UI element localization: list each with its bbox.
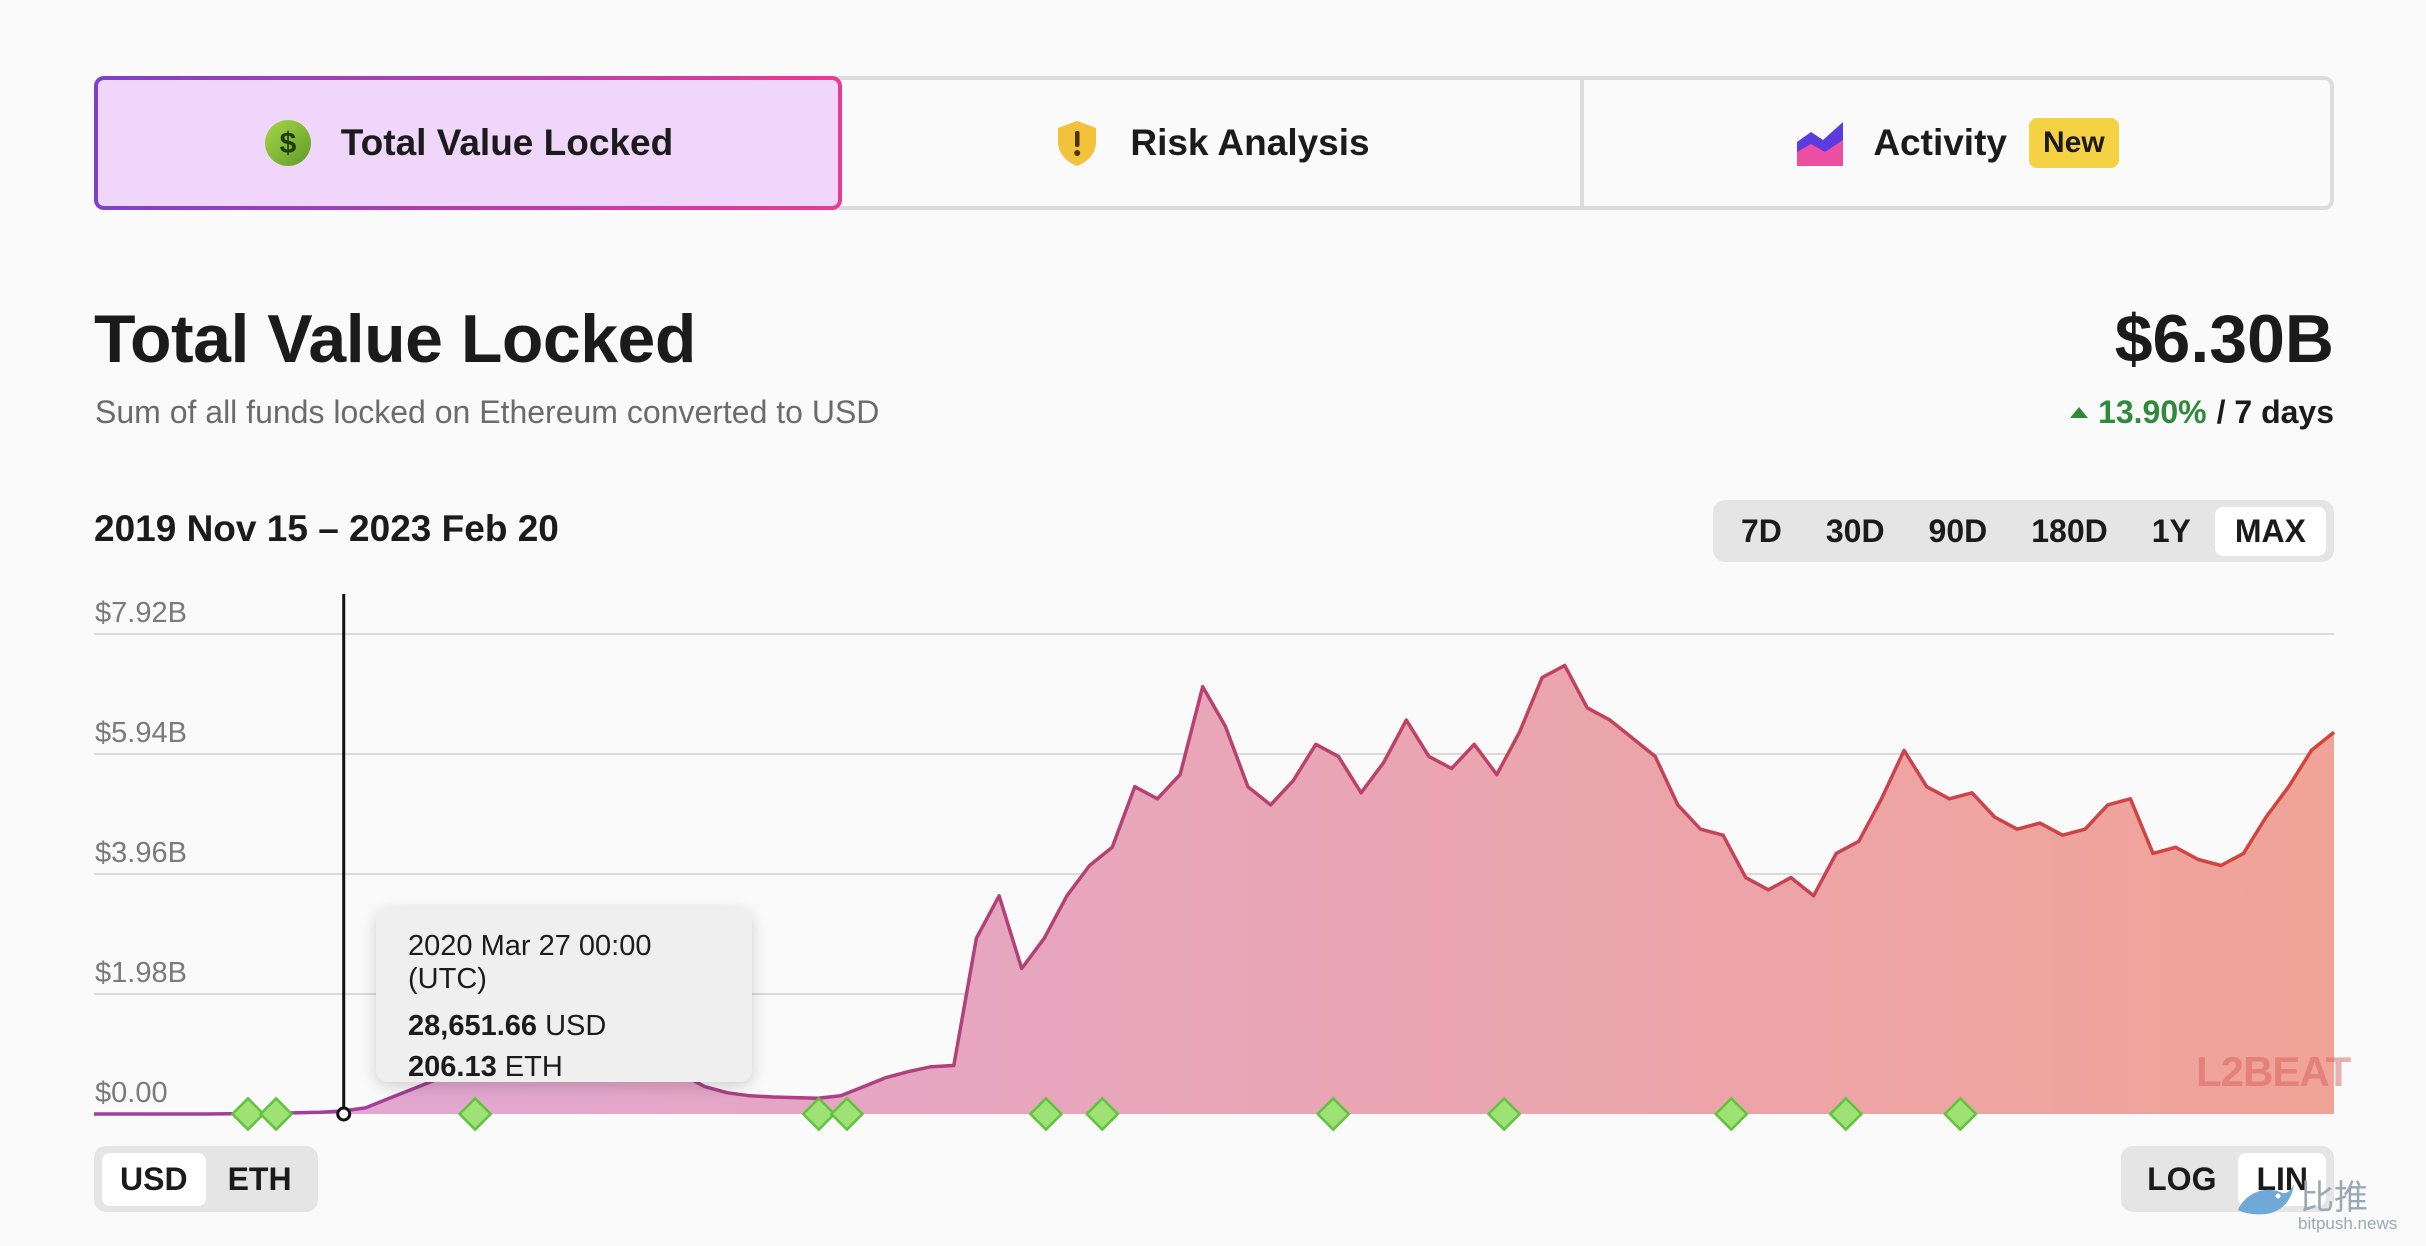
y-tick-label: $7.92B bbox=[95, 597, 187, 629]
tooltip-eth-value: 206.13 bbox=[408, 1051, 497, 1083]
svg-text:$: $ bbox=[279, 127, 296, 160]
tvl-value: $6.30B bbox=[2114, 301, 2334, 377]
event-marker bbox=[1828, 1096, 1864, 1132]
tab-risk-analysis[interactable]: Risk Analysis bbox=[842, 80, 1584, 206]
event-marker bbox=[1713, 1096, 1749, 1132]
tooltip-usd: 28,651.66 USD bbox=[408, 1010, 720, 1043]
date-range: 2019 Nov 15 – 2023 Feb 20 bbox=[94, 508, 559, 549]
tab-total-value-locked[interactable]: $ Total Value Locked bbox=[94, 76, 842, 210]
chart-tooltip: 2020 Mar 27 00:00 (UTC) 28,651.66 USD 20… bbox=[376, 908, 752, 1084]
tooltip-eth: 206.13 ETH bbox=[408, 1051, 720, 1084]
dollar-coin-icon: $ bbox=[264, 120, 311, 166]
y-tick-label: $0.00 bbox=[95, 1077, 168, 1109]
watermark-sub: bitpush.news bbox=[2298, 1214, 2398, 1233]
page-title: Total Value Locked bbox=[94, 301, 696, 377]
tab-activity[interactable]: Activity New bbox=[1584, 80, 2330, 206]
watermark-text: 比推 bbox=[2300, 1179, 2368, 1217]
change-percent: 13.90% bbox=[2098, 394, 2207, 430]
hover-point bbox=[336, 1106, 352, 1122]
time-button-30d[interactable]: 30D bbox=[1806, 507, 1905, 556]
event-marker bbox=[230, 1096, 266, 1132]
y-tick-label: $5.94B bbox=[95, 717, 187, 749]
tooltip-date: 2020 Mar 27 00:00 (UTC) bbox=[408, 930, 652, 995]
tooltip-usd-unit: USD bbox=[545, 1010, 607, 1042]
event-marker bbox=[1084, 1096, 1120, 1132]
y-tick-label: $3.96B bbox=[95, 837, 187, 869]
event-marker bbox=[1943, 1096, 1978, 1132]
event-marker bbox=[829, 1096, 865, 1132]
unit-selector: USD ETH bbox=[94, 1146, 318, 1212]
scale-button-log[interactable]: LOG bbox=[2129, 1153, 2234, 1206]
time-button-max[interactable]: MAX bbox=[2214, 506, 2326, 556]
tab-label: Risk Analysis bbox=[1130, 122, 1370, 163]
event-marker bbox=[1028, 1096, 1064, 1132]
arrow-up-icon bbox=[2070, 407, 2089, 418]
l2beat-logo: L2BEAT bbox=[2196, 1048, 2351, 1095]
time-button-90d[interactable]: 90D bbox=[1909, 507, 2008, 556]
time-range-selector: 7D 30D 90D 180D 1Y MAX bbox=[1712, 500, 2334, 562]
page-subtitle: Sum of all funds locked on Ethereum conv… bbox=[95, 394, 880, 430]
bird-icon bbox=[2238, 1184, 2294, 1215]
tab-bar: $ Total Value Locked Risk Analysis Activ… bbox=[94, 76, 2334, 210]
unit-button-usd[interactable]: USD bbox=[102, 1152, 206, 1206]
tooltip-usd-value: 28,651.66 bbox=[408, 1010, 538, 1042]
time-button-180d[interactable]: 180D bbox=[2011, 507, 2128, 556]
time-button-7d[interactable]: 7D bbox=[1721, 507, 1802, 556]
y-tick-label: $1.98B bbox=[95, 957, 187, 989]
warning-shield-icon bbox=[1058, 121, 1097, 166]
event-marker bbox=[1486, 1096, 1522, 1132]
event-marker bbox=[457, 1096, 493, 1132]
unit-button-eth[interactable]: ETH bbox=[210, 1153, 310, 1206]
time-button-1y[interactable]: 1Y bbox=[2132, 507, 2211, 556]
event-marker bbox=[1315, 1096, 1351, 1132]
area-chart-icon bbox=[1797, 122, 1844, 166]
tab-label: Total Value Locked bbox=[340, 122, 674, 163]
new-badge: New bbox=[2028, 118, 2119, 168]
event-marker bbox=[258, 1096, 294, 1132]
tooltip-eth-unit: ETH bbox=[504, 1051, 563, 1083]
watermark: 比推 bitpush.news bbox=[2232, 1170, 2422, 1240]
event-marker bbox=[801, 1096, 837, 1132]
change-period: / 7 days bbox=[2216, 394, 2334, 430]
tab-label: Activity bbox=[1873, 122, 2007, 163]
tvl-change: 13.90% / 7 days bbox=[2070, 394, 2334, 431]
